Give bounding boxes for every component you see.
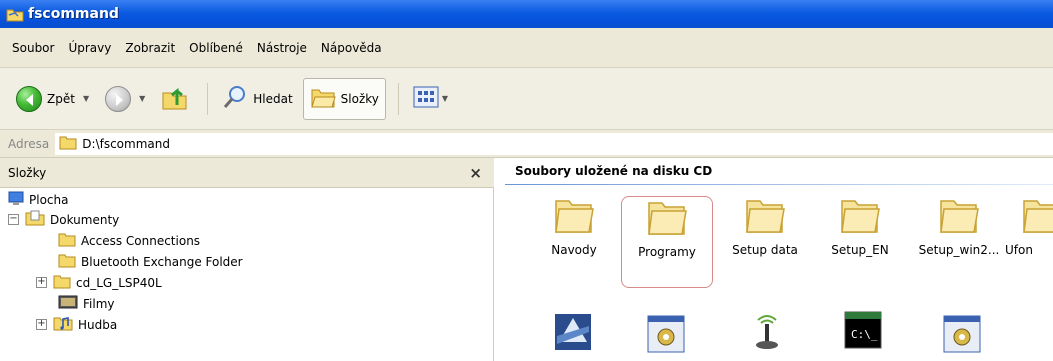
folder-item-setup-data[interactable]: Setup data bbox=[719, 195, 811, 287]
folder-item-programy[interactable]: Programy bbox=[621, 196, 713, 288]
expand-icon[interactable]: + bbox=[36, 319, 47, 330]
tree-item-filmy[interactable]: Filmy bbox=[58, 294, 115, 313]
close-icon[interactable]: × bbox=[469, 164, 482, 182]
search-icon bbox=[222, 84, 248, 113]
folders-label: Složky bbox=[340, 91, 379, 106]
tree-item-label: cd_LG_LSP40L bbox=[76, 275, 162, 290]
menu-bar: Soubor Úpravy Zobrazit Oblíbené Nástroje… bbox=[0, 28, 1053, 68]
tree-item-label: Hudba bbox=[78, 317, 118, 332]
folder-item-ufon[interactable]: Ufon bbox=[1005, 195, 1053, 287]
folder-icon bbox=[1021, 195, 1053, 235]
folder-icon bbox=[58, 253, 76, 271]
application-window-icon[interactable] bbox=[646, 314, 686, 357]
folder-label: Setup_win2... bbox=[918, 243, 1000, 257]
folder-label: Ufon bbox=[1005, 243, 1033, 257]
tree-item-plocha[interactable]: Plocha bbox=[8, 190, 68, 209]
back-button[interactable]: Zpět ▼ bbox=[10, 78, 95, 120]
documents-folder-icon bbox=[25, 210, 45, 229]
joystick-icon[interactable] bbox=[750, 310, 784, 353]
group-divider bbox=[505, 184, 1053, 185]
tree-item-bluetooth[interactable]: Bluetooth Exchange Folder bbox=[58, 252, 243, 271]
menu-soubor[interactable]: Soubor bbox=[12, 41, 54, 55]
back-arrow-icon bbox=[16, 85, 42, 112]
svg-text:C:\_: C:\_ bbox=[851, 328, 878, 341]
address-bar: Adresa D:\fscommand bbox=[0, 130, 1053, 158]
tree-item-hudba[interactable]: + Hudba bbox=[36, 315, 117, 334]
tree-item-label: Filmy bbox=[83, 296, 115, 311]
folder-item-navody[interactable]: Navody bbox=[528, 195, 620, 287]
tree-item-dokumenty[interactable]: − Dokumenty bbox=[8, 210, 119, 229]
address-field[interactable]: D:\fscommand bbox=[55, 132, 1053, 155]
folders-icon bbox=[310, 85, 336, 112]
up-folder-icon bbox=[161, 83, 189, 114]
search-label: Hledat bbox=[253, 91, 293, 106]
title-bar: fscommand bbox=[0, 0, 1053, 28]
folder-icon bbox=[53, 274, 71, 292]
folder-icon bbox=[59, 135, 77, 153]
group-header: Soubory uložené na disku CD bbox=[515, 164, 713, 178]
back-dropdown-icon[interactable]: ▼ bbox=[83, 94, 89, 103]
folder-icon bbox=[744, 195, 786, 235]
tree-item-cd-lg[interactable]: + cd_LG_LSP40L bbox=[36, 273, 162, 292]
search-button[interactable]: Hledat bbox=[216, 78, 298, 120]
video-folder-icon bbox=[58, 294, 78, 313]
toolbar-separator bbox=[207, 82, 209, 115]
folder-label: Navody bbox=[551, 243, 597, 257]
music-folder-icon bbox=[53, 315, 73, 334]
up-folder-button[interactable] bbox=[155, 78, 195, 120]
folder-item-setup-en[interactable]: Setup_EN bbox=[814, 195, 906, 287]
folders-pane-title: Složky bbox=[8, 165, 47, 180]
tree-item-label: Bluetooth Exchange Folder bbox=[81, 254, 243, 269]
expand-icon[interactable]: + bbox=[36, 277, 47, 288]
forward-button[interactable]: ▼ bbox=[99, 78, 151, 120]
folder-item-setup-win2[interactable]: Setup_win2... bbox=[913, 195, 1005, 287]
folder-icon bbox=[58, 232, 76, 250]
menu-zobrazit[interactable]: Zobrazit bbox=[125, 41, 175, 55]
tree-item-access-connections[interactable]: Access Connections bbox=[58, 231, 200, 250]
application-window-icon[interactable] bbox=[942, 314, 982, 357]
toolbar: Zpět ▼ ▼ Hledat Složky ▼ bbox=[0, 68, 1053, 130]
folder-tree: Plocha − Dokumenty Access Connections Bl… bbox=[0, 188, 494, 361]
folder-label: Setup_EN bbox=[831, 243, 889, 257]
desktop-icon bbox=[8, 190, 24, 209]
tree-item-label: Plocha bbox=[29, 192, 69, 207]
folders-pane-header: Složky × bbox=[0, 158, 494, 188]
folder-icon bbox=[646, 197, 688, 237]
forward-dropdown-icon[interactable]: ▼ bbox=[139, 94, 145, 103]
views-dropdown-icon[interactable]: ▼ bbox=[442, 94, 448, 103]
address-path: D:\fscommand bbox=[82, 136, 170, 151]
menu-napoveda[interactable]: Nápověda bbox=[321, 41, 382, 55]
folder-icon bbox=[839, 195, 881, 235]
menu-oblibene[interactable]: Oblíbené bbox=[189, 41, 243, 55]
folders-button[interactable]: Složky bbox=[302, 77, 386, 120]
views-icon bbox=[413, 86, 439, 111]
back-label: Zpět bbox=[47, 91, 75, 106]
installer-icon[interactable] bbox=[553, 312, 593, 355]
toolbar-separator bbox=[397, 82, 399, 115]
window-title: fscommand bbox=[28, 6, 119, 22]
content-pane: Soubory uložené na disku CD Navody Progr… bbox=[495, 158, 1053, 361]
tree-item-label: Dokumenty bbox=[50, 212, 120, 227]
folder-app-icon bbox=[6, 6, 24, 22]
console-icon[interactable]: C:\_ bbox=[843, 310, 883, 353]
tree-item-label: Access Connections bbox=[81, 233, 201, 248]
folder-label: Programy bbox=[638, 245, 696, 259]
folder-label: Setup data bbox=[732, 243, 798, 257]
menu-nastroje[interactable]: Nástroje bbox=[257, 41, 307, 55]
collapse-icon[interactable]: − bbox=[8, 214, 19, 225]
folder-icon bbox=[553, 195, 595, 235]
address-label: Adresa bbox=[8, 136, 50, 151]
folder-icon bbox=[938, 195, 980, 235]
forward-arrow-icon bbox=[105, 85, 132, 112]
views-button[interactable]: ▼ bbox=[407, 78, 454, 120]
menu-upravy[interactable]: Úpravy bbox=[68, 41, 111, 55]
